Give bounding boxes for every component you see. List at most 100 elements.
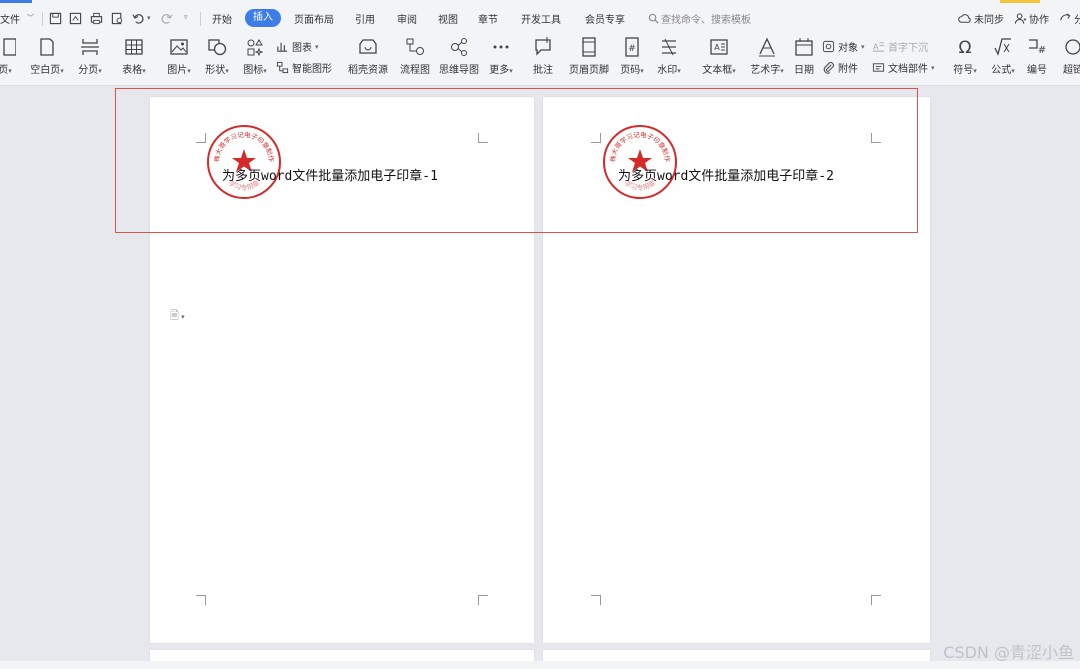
crop-mark [591,595,601,605]
blank-page-button[interactable]: 空白页▾ [28,36,66,76]
share-button[interactable]: 分 [1074,11,1080,26]
save-icon[interactable] [49,12,62,25]
object-button[interactable]: 对象 ▾ [822,39,865,54]
tab-references[interactable]: 引用 [355,11,375,26]
word-art-label: 艺术字 [750,65,781,76]
table-label: 表格 [122,65,143,76]
tab-view[interactable]: 视图 [438,11,458,26]
shape-icon [208,39,227,56]
file-menu[interactable]: 文件 [0,11,20,26]
more-button[interactable]: 更多▾ [485,36,517,76]
date-button[interactable]: 日期 [792,36,816,76]
formula-label: 公式 [991,65,1012,76]
calendar-icon [795,38,813,56]
doc-parts-label: 文档部件 [888,64,928,75]
paragraph-options-icon[interactable]: 🗎 ▾ [170,307,185,326]
picture-button[interactable]: 图片▾ [163,36,195,76]
object-label: 对象 [838,43,858,54]
tab-page-layout[interactable]: 页面布局 [294,11,334,26]
page-2-text[interactable]: 为多页word文件批量添加电子印章-2 [618,165,834,184]
page-icon [3,38,16,56]
shape-label: 形状 [205,65,226,76]
undo-dropdown-icon[interactable]: ▾ [147,14,151,22]
icon-library-button[interactable]: 图标▾ [239,36,271,76]
hyperlink-button[interactable]: 超链 [1060,36,1080,76]
picture-icon [170,39,188,55]
daoke-resources-button[interactable]: 稻壳资源 [347,36,389,76]
drop-cap-label: 首字下沉 [888,43,928,54]
flowchart-button[interactable]: 流程图 [398,36,432,76]
drop-cap-button[interactable]: A 首字下沉 [872,39,928,54]
cloud-sync-icon[interactable] [958,12,971,25]
formula-button[interactable]: 公式▾ [988,36,1018,76]
header-footer-button[interactable]: 页眉页脚 [568,36,610,76]
symbol-button[interactable]: Ω 符号▾ [950,36,980,76]
collaborate-icon[interactable] [1014,12,1027,25]
document-workspace[interactable] [0,87,1080,669]
omega-icon: Ω [959,38,972,58]
blank-page-label: 空白页 [30,65,61,76]
blank-page-icon [40,38,54,56]
tab-insert[interactable]: 插入 [245,9,281,27]
textbox-label: 文本框 [702,65,733,76]
print-icon[interactable] [90,12,103,25]
icons-grid-icon [247,39,263,57]
comment-icon [535,37,551,56]
picture-label: 图片 [167,65,188,76]
flowchart-icon [406,38,424,55]
tab-review[interactable]: 审阅 [397,11,417,26]
numbering-button[interactable]: # 编号 [1024,36,1050,76]
symbol-label: 符号 [953,65,974,76]
undo-icon[interactable] [132,12,145,25]
flowchart-label: 流程图 [400,65,430,76]
doc-parts-button[interactable]: 文档部件 ▾ [872,60,935,75]
smart-art-icon [276,61,289,74]
crop-mark [871,595,881,605]
tab-member[interactable]: 会员专享 [585,11,625,26]
watermark-label: 水印 [657,65,678,76]
svg-text:A: A [873,41,879,51]
watermark-button[interactable]: 水印▾ [653,36,685,76]
comment-button[interactable]: 批注 [528,36,558,76]
tab-home[interactable]: 开始 [212,11,232,26]
collaborate-button[interactable]: 协作 [1029,11,1049,26]
page-number-label: 页码 [620,65,641,76]
quick-access-more-icon[interactable]: ▿ [184,13,188,21]
svg-text:#: # [628,44,636,54]
svg-text:Ω: Ω [959,38,972,58]
page-number-button[interactable]: # 页码▾ [616,36,648,76]
cover-page-label: 页 [0,65,9,76]
tab-developer[interactable]: 开发工具 [521,11,561,26]
page-break-icon [81,39,99,55]
attachment-button[interactable]: 附件 [822,60,858,75]
print-preview-icon[interactable] [111,12,124,25]
page-break-button[interactable]: 分页▾ [75,36,105,76]
mindmap-button[interactable]: 思维导图 [438,36,480,76]
smart-art-button[interactable]: 智能图形 [276,60,332,75]
shape-button[interactable]: 形状▾ [201,36,233,76]
cover-page-button[interactable]: 页▾ [0,36,18,76]
redo-icon[interactable] [160,12,173,25]
paperclip-icon [823,62,834,74]
status-bar [0,661,1080,669]
word-art-button[interactable]: 艺术字▾ [746,36,788,76]
object-icon [822,40,835,53]
chart-button[interactable]: 图表 ▾ [276,39,319,54]
share-icon[interactable] [1059,12,1072,25]
word-art-icon [759,37,775,57]
numbering-label: 编号 [1027,65,1047,76]
comment-label: 批注 [533,65,553,76]
export-pdf-icon[interactable] [69,12,82,25]
page-1-text[interactable]: 为多页word文件批量添加电子印章-1 [222,165,438,184]
drop-cap-icon: A [872,41,885,52]
electronic-seal-1[interactable]: 株大哥学习记电子印章制作 学习专用章 [205,123,283,201]
daoke-resources-icon [359,39,377,54]
sync-status[interactable]: 未同步 [974,11,1004,26]
textbox-button[interactable]: A 文本框▾ [698,36,740,76]
electronic-seal-2[interactable]: 株大哥学习记电子印章制作 学习专用章 [601,123,679,201]
table-button[interactable]: 表格▾ [118,36,150,76]
tab-chapter[interactable]: 章节 [478,11,498,26]
chart-label: 图表 [292,43,312,54]
file-menu-chevron-icon[interactable]: ﹀ [27,13,34,23]
command-search-input[interactable]: 查找命令、搜索模板 [661,11,751,26]
